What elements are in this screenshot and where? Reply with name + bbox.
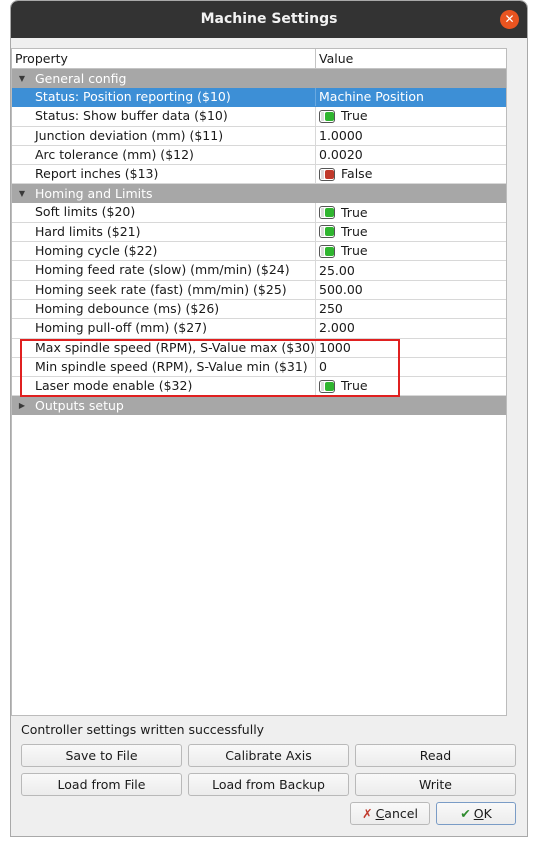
- close-icon[interactable]: ✕: [500, 10, 519, 29]
- ok-label-rest: K: [483, 806, 492, 821]
- property-cell: Max spindle speed (RPM), S-Value max ($3…: [12, 338, 316, 357]
- toggle-on-icon[interactable]: [319, 225, 335, 239]
- ok-button[interactable]: ✔ OK: [436, 802, 516, 825]
- property-cell: Arc tolerance (mm) ($12): [12, 145, 316, 165]
- check-icon: ✔: [460, 806, 471, 821]
- group-general-config[interactable]: ▼ General config: [12, 69, 506, 88]
- value-text: True: [341, 204, 368, 220]
- group-outputs-setup[interactable]: ▶ Outputs setup: [12, 396, 506, 416]
- value-text: True: [341, 378, 368, 394]
- tree-row[interactable]: Homing feed rate (slow) (mm/min) ($24) 2…: [12, 261, 506, 281]
- property-cell: Hard limits ($21): [12, 222, 316, 242]
- collapse-arrow-icon[interactable]: ▶: [12, 401, 32, 410]
- tree-row[interactable]: Max spindle speed (RPM), S-Value max ($3…: [12, 338, 506, 358]
- value-cell[interactable]: True: [316, 223, 506, 241]
- column-header-value[interactable]: Value: [316, 49, 506, 68]
- value-cell[interactable]: 500.00: [316, 281, 506, 299]
- value-text: False: [341, 166, 373, 182]
- value-cell[interactable]: True: [316, 377, 506, 395]
- value-cell[interactable]: True: [316, 242, 506, 260]
- expand-arrow-icon[interactable]: ▼: [12, 74, 32, 83]
- status-message: Controller settings written successfully: [21, 722, 265, 737]
- group-homing-and-limits[interactable]: ▼ Homing and Limits: [12, 184, 506, 204]
- value-cell[interactable]: 0.0020: [316, 146, 506, 164]
- tree-row[interactable]: Status: Show buffer data ($10) True: [12, 107, 506, 127]
- cancel-button[interactable]: ✗ Cancel: [350, 802, 430, 825]
- toggle-on-icon[interactable]: [319, 244, 335, 258]
- group-label: Outputs setup: [35, 398, 124, 414]
- value-text: True: [341, 108, 368, 124]
- property-cell: Homing debounce (ms) ($26): [12, 299, 316, 319]
- value-cell[interactable]: 1000: [316, 339, 506, 357]
- property-cell: Report inches ($13): [12, 165, 316, 184]
- property-cell: Status: Show buffer data ($10): [12, 107, 316, 126]
- property-cell: Homing cycle ($22): [12, 242, 316, 261]
- property-cell: Homing seek rate (fast) (mm/min) ($25): [12, 280, 316, 299]
- property-cell: Soft limits ($20): [12, 203, 316, 222]
- value-cell[interactable]: 2.000: [316, 319, 506, 337]
- property-cell: Laser mode enable ($32): [12, 377, 316, 396]
- value-cell[interactable]: 250: [316, 300, 506, 318]
- group-label: Homing and Limits: [35, 186, 153, 202]
- title-bar: Machine Settings ✕: [11, 1, 527, 38]
- tree-row[interactable]: Homing seek rate (fast) (mm/min) ($25) 5…: [12, 280, 506, 300]
- value-text: True: [341, 243, 368, 259]
- x-icon: ✗: [362, 806, 373, 821]
- tree-row[interactable]: Min spindle speed (RPM), S-Value min ($3…: [12, 357, 506, 378]
- load-from-file-button[interactable]: Load from File: [21, 773, 182, 796]
- value-cell[interactable]: True: [316, 107, 506, 125]
- property-cell: Homing pull-off (mm) ($27): [12, 319, 316, 338]
- read-button[interactable]: Read: [355, 744, 516, 767]
- group-label: General config: [35, 71, 127, 86]
- tree-row[interactable]: Junction deviation (mm) ($11) 1.0000: [12, 126, 506, 146]
- tree-row[interactable]: Soft limits ($20) True: [12, 203, 506, 223]
- tree-row[interactable]: Laser mode enable ($32) True: [12, 377, 506, 397]
- column-header-property[interactable]: Property: [12, 49, 316, 68]
- value-text: True: [341, 223, 368, 239]
- toggle-off-icon[interactable]: [319, 167, 335, 181]
- tree-row[interactable]: Status: Position reporting ($10) Machine…: [12, 88, 506, 108]
- tree-row[interactable]: Hard limits ($21) True: [12, 222, 506, 243]
- calibrate-axis-button[interactable]: Calibrate Axis: [188, 744, 349, 767]
- toggle-on-icon[interactable]: [319, 379, 335, 393]
- property-cell: Min spindle speed (RPM), S-Value min ($3…: [12, 357, 316, 377]
- tree-row[interactable]: Homing pull-off (mm) ($27) 2.000: [12, 319, 506, 339]
- expand-arrow-icon[interactable]: ▼: [12, 189, 32, 198]
- property-cell: Status: Position reporting ($10): [12, 88, 316, 107]
- toggle-on-icon[interactable]: [319, 109, 335, 123]
- tree-row[interactable]: Homing cycle ($22) True: [12, 242, 506, 262]
- load-from-backup-button[interactable]: Load from Backup: [188, 773, 349, 796]
- tree-row[interactable]: Report inches ($13) False: [12, 165, 506, 185]
- write-button[interactable]: Write: [355, 773, 516, 796]
- value-cell[interactable]: 25.00: [316, 261, 506, 279]
- property-cell: Junction deviation (mm) ($11): [12, 126, 316, 145]
- toggle-on-icon[interactable]: [319, 206, 335, 220]
- tree-header: Property Value: [12, 49, 506, 69]
- value-cell[interactable]: 0: [316, 358, 506, 376]
- cancel-mnemonic: C: [375, 806, 385, 821]
- property-cell: Homing feed rate (slow) (mm/min) ($24): [12, 261, 316, 280]
- value-cell[interactable]: False: [316, 165, 506, 183]
- tree-row[interactable]: Homing debounce (ms) ($26) 250: [12, 299, 506, 320]
- cancel-label-rest: ancel: [384, 806, 418, 821]
- save-to-file-button[interactable]: Save to File: [21, 744, 182, 767]
- settings-tree[interactable]: Property Value ▼ General config Status: …: [11, 48, 507, 716]
- window-title: Machine Settings: [200, 11, 338, 27]
- value-cell[interactable]: 1.0000: [316, 127, 506, 145]
- tree-row[interactable]: Arc tolerance (mm) ($12) 0.0020: [12, 145, 506, 166]
- value-cell[interactable]: Machine Position: [316, 88, 506, 106]
- ok-mnemonic: O: [473, 806, 484, 821]
- value-cell[interactable]: True: [316, 203, 506, 221]
